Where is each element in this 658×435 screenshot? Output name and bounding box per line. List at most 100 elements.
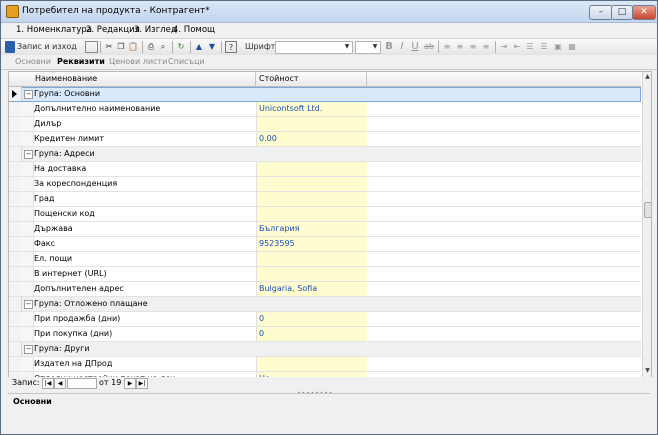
- strikethrough-button[interactable]: ab: [423, 41, 435, 53]
- column-divider[interactable]: [255, 72, 256, 86]
- record-number-input[interactable]: [67, 378, 97, 389]
- cut-icon[interactable]: ✂: [104, 41, 114, 53]
- move-up-icon[interactable]: ▲: [194, 41, 204, 53]
- tab-basic[interactable]: Основни: [15, 57, 51, 66]
- chevron-down-icon[interactable]: ▼: [372, 41, 378, 53]
- justify-icon[interactable]: ≡: [481, 41, 491, 53]
- column-header-name[interactable]: Наименование: [35, 74, 97, 83]
- table-icon[interactable]: ▦: [567, 41, 577, 53]
- picture-icon[interactable]: ▣: [553, 41, 563, 53]
- toolbar-separator: [100, 41, 101, 53]
- row-indicator[interactable]: [9, 147, 22, 161]
- help-icon[interactable]: ?: [225, 41, 237, 53]
- property-value-cell[interactable]: Bulgaria, Sofia: [256, 282, 367, 296]
- tab-price-lists[interactable]: Ценови листи: [109, 57, 167, 66]
- property-row[interactable]: На доставка: [9, 162, 641, 177]
- tab-requisites[interactable]: Реквизити: [57, 57, 105, 66]
- group-row[interactable]: − Група: Отложено плащане: [9, 297, 641, 312]
- font-select[interactable]: [275, 41, 353, 54]
- property-name: При продажба (дни): [34, 314, 121, 323]
- outdent-icon[interactable]: ⇤: [512, 41, 522, 53]
- preview-icon[interactable]: ⌕: [158, 41, 168, 53]
- align-left-icon[interactable]: ≡: [442, 41, 452, 53]
- scroll-down-arrow-icon[interactable]: ▼: [644, 367, 651, 375]
- menu-edit[interactable]: 2. Редакция: [86, 25, 140, 35]
- numbered-list-icon[interactable]: ☰: [525, 41, 535, 53]
- property-value-cell[interactable]: 0: [256, 312, 367, 326]
- previous-record-button[interactable]: ◀: [54, 378, 66, 389]
- property-value-cell[interactable]: [256, 357, 367, 371]
- refresh-icon[interactable]: ↻: [176, 41, 186, 53]
- group-row[interactable]: − Група: Адреси: [9, 147, 641, 162]
- property-row[interactable]: Допълнителен адрес Bulgaria, Sofia: [9, 282, 641, 297]
- collapse-toggle-icon[interactable]: −: [24, 150, 33, 159]
- chevron-down-icon[interactable]: ▼: [344, 41, 350, 53]
- property-row[interactable]: Дилър: [9, 117, 641, 132]
- group-label: Група: Адреси: [34, 149, 95, 158]
- column-divider[interactable]: [366, 72, 367, 86]
- property-value-cell[interactable]: Unicontsoft Ltd.: [256, 102, 367, 116]
- minimize-button[interactable]: –: [589, 5, 613, 20]
- property-row[interactable]: Държава България: [9, 222, 641, 237]
- property-row[interactable]: Факс 9523595: [9, 237, 641, 252]
- menu-view[interactable]: 3. Изглед: [134, 25, 177, 35]
- property-row[interactable]: Допълнително наименование Unicontsoft Ltd…: [9, 102, 641, 117]
- property-row[interactable]: Ел. пощи: [9, 252, 641, 267]
- property-value-cell[interactable]: [256, 117, 367, 131]
- collapse-toggle-icon[interactable]: −: [24, 300, 33, 309]
- next-record-button[interactable]: ▶: [124, 378, 136, 389]
- align-center-icon[interactable]: ≡: [455, 41, 465, 53]
- indent-cell: [21, 252, 34, 266]
- first-record-button[interactable]: |◀: [42, 378, 54, 389]
- property-value-cell[interactable]: [256, 162, 367, 176]
- property-row[interactable]: При продажба (дни) 0: [9, 312, 641, 327]
- property-row[interactable]: За кореспонденция: [9, 177, 641, 192]
- collapse-toggle-icon[interactable]: −: [24, 345, 33, 354]
- row-indicator[interactable]: [9, 87, 22, 101]
- property-row[interactable]: Издател на ДПрод: [9, 357, 641, 372]
- group-row[interactable]: − Група: Други: [9, 342, 641, 357]
- bold-button[interactable]: B: [384, 41, 394, 53]
- property-row[interactable]: При покупка (дни) 0: [9, 327, 641, 342]
- bullet-list-icon[interactable]: ☰: [539, 41, 549, 53]
- print-icon[interactable]: ⎙: [146, 41, 156, 53]
- scroll-thumb[interactable]: [644, 202, 651, 218]
- property-value-cell[interactable]: [256, 192, 367, 206]
- save-and-exit-button[interactable]: Запис и изход: [17, 41, 77, 53]
- property-value-cell[interactable]: 9523595: [256, 237, 367, 251]
- property-row[interactable]: Град: [9, 192, 641, 207]
- italic-button[interactable]: I: [397, 41, 407, 53]
- scroll-up-arrow-icon[interactable]: ▲: [644, 73, 651, 81]
- property-row[interactable]: В интернет (URL): [9, 267, 641, 282]
- property-value-cell[interactable]: 0.00: [256, 132, 367, 146]
- property-row[interactable]: Кредитен лимит 0.00: [9, 132, 641, 147]
- paste-icon[interactable]: 📋: [128, 41, 138, 53]
- column-header-value[interactable]: Стойност: [259, 74, 299, 83]
- menu-help[interactable]: 4. Помощ: [173, 25, 215, 35]
- tab-lists[interactable]: Списъци: [168, 57, 205, 66]
- row-indicator[interactable]: [9, 297, 22, 311]
- align-right-icon[interactable]: ≡: [468, 41, 478, 53]
- page-icon[interactable]: [85, 41, 98, 53]
- property-value-cell[interactable]: [256, 177, 367, 191]
- vertical-scrollbar[interactable]: ▲ ▼: [642, 72, 651, 377]
- properties-grid: Наименование Стойност − Група: Основни Доп…: [8, 71, 652, 378]
- property-value-cell[interactable]: 0: [256, 327, 367, 341]
- property-value-cell[interactable]: [256, 267, 367, 281]
- last-record-button[interactable]: ▶|: [136, 378, 148, 389]
- move-down-icon[interactable]: ▼: [207, 41, 217, 53]
- indent-icon[interactable]: ⇥: [499, 41, 509, 53]
- underline-button[interactable]: U: [410, 41, 420, 53]
- property-value: 0.00: [259, 134, 277, 143]
- property-value-cell[interactable]: България: [256, 222, 367, 236]
- close-button[interactable]: ✕: [632, 5, 656, 20]
- row-indicator[interactable]: [9, 342, 22, 356]
- collapse-toggle-icon[interactable]: −: [24, 90, 33, 99]
- property-value-cell[interactable]: [256, 252, 367, 266]
- property-row[interactable]: Пощенски код: [9, 207, 641, 222]
- maximize-button[interactable]: □: [611, 5, 633, 20]
- group-row[interactable]: − Група: Основни: [9, 87, 641, 102]
- copy-icon[interactable]: ❐: [116, 41, 126, 53]
- menu-nomenclature[interactable]: 1. Номенклатура: [16, 25, 92, 35]
- property-value-cell[interactable]: [256, 207, 367, 221]
